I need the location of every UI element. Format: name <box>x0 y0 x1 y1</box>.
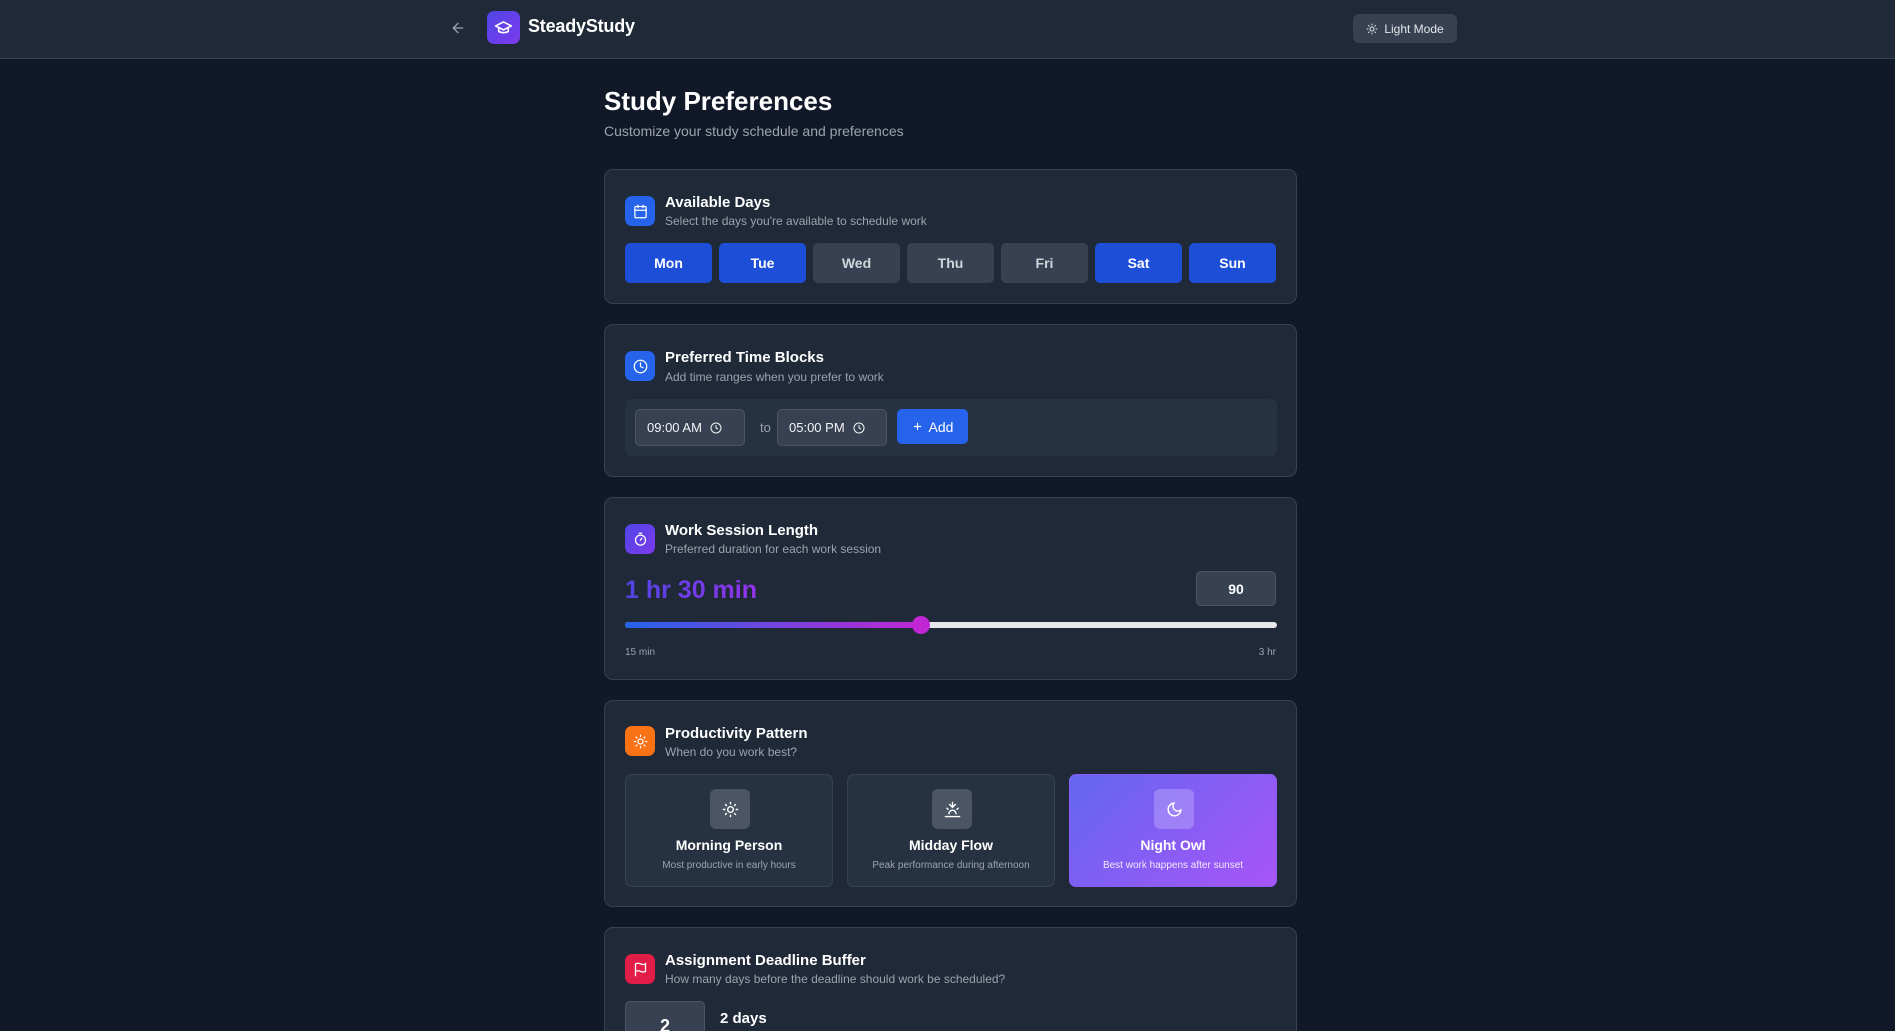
time-blocks-title: Preferred Time Blocks <box>665 349 824 366</box>
end-time-input[interactable]: 05:00 PM <box>777 409 887 446</box>
time-blocks-description: Add time ranges when you prefer to work <box>665 370 884 384</box>
sunset-icon <box>932 789 972 829</box>
time-block-row: 09:00 AM to 05:00 PM Add <box>625 399 1277 456</box>
sun-icon <box>710 789 750 829</box>
session-length-title: Work Session Length <box>665 522 819 539</box>
pattern-name: Night Owl <box>1140 837 1206 853</box>
plus-icon <box>913 422 921 431</box>
session-length-display: 1 hr 30 min <box>625 576 757 604</box>
page-title: Study Preferences <box>604 86 833 116</box>
day-button-fri[interactable]: Fri <box>1001 243 1088 283</box>
buffer-days-input[interactable] <box>625 1001 705 1031</box>
end-time-value: 05:00 PM <box>789 420 845 435</box>
day-button-tue[interactable]: Tue <box>719 243 806 283</box>
clock-icon <box>625 351 655 381</box>
sun-icon <box>625 726 655 756</box>
session-length-slider[interactable] <box>625 616 1277 634</box>
slider-min-label: 15 min <box>625 647 656 658</box>
pattern-option-night-owl[interactable]: Night Owl Best work happens after sunset <box>1069 774 1277 887</box>
back-arrow-icon[interactable] <box>446 16 470 40</box>
pattern-description: Best work happens after sunset <box>1102 860 1244 871</box>
add-time-block-button[interactable]: Add <box>897 409 968 444</box>
light-mode-label: Light Mode <box>1384 21 1444 36</box>
productivity-title: Productivity Pattern <box>665 725 808 742</box>
calendar-icon <box>625 196 655 226</box>
day-button-mon[interactable]: Mon <box>625 243 712 283</box>
buffer-days-label: 2 days <box>720 1010 767 1027</box>
slider-thumb[interactable] <box>912 616 931 634</box>
light-mode-button[interactable]: Light Mode <box>1353 14 1457 43</box>
session-minutes-input[interactable] <box>1196 571 1276 606</box>
time-blocks-card: Preferred Time Blocks Add time ranges wh… <box>604 324 1297 477</box>
deadline-buffer-title: Assignment Deadline Buffer <box>665 952 866 969</box>
productivity-description: When do you work best? <box>665 745 798 759</box>
deadline-buffer-card: Assignment Deadline Buffer How many days… <box>604 927 1297 1031</box>
slider-fill <box>625 622 922 628</box>
session-length-description: Preferred duration for each work session <box>665 542 882 556</box>
timer-icon <box>625 524 655 554</box>
day-button-sun[interactable]: Sun <box>1189 243 1276 283</box>
start-time-input[interactable]: 09:00 AM <box>635 409 745 446</box>
deadline-buffer-description: How many days before the deadline should… <box>665 972 1006 986</box>
page-subtitle: Customize your study schedule and prefer… <box>604 123 904 139</box>
pattern-name: Midday Flow <box>909 837 993 853</box>
add-label: Add <box>928 418 954 435</box>
clock-icon <box>853 422 865 433</box>
day-button-wed[interactable]: Wed <box>813 243 900 283</box>
pattern-description: Most productive in early hours <box>662 860 796 871</box>
top-header: SteadyStudy Light Mode <box>0 0 1895 59</box>
available-days-card: Available Days Select the days you're av… <box>604 169 1297 304</box>
moon-icon <box>1154 789 1194 829</box>
sun-icon <box>1366 23 1378 34</box>
available-days-description: Select the days you're available to sche… <box>665 214 927 228</box>
pattern-name: Morning Person <box>675 837 783 853</box>
clock-icon <box>710 422 722 433</box>
productivity-pattern-card: Productivity Pattern When do you work be… <box>604 700 1297 907</box>
pattern-option-midday-flow[interactable]: Midday Flow Peak performance during after… <box>847 774 1055 887</box>
graduation-cap-icon <box>487 11 520 44</box>
pattern-description: Peak performance during afternoon <box>872 860 1030 871</box>
flag-icon <box>625 954 655 984</box>
day-button-sat[interactable]: Sat <box>1095 243 1182 283</box>
available-days-title: Available Days <box>665 194 771 211</box>
pattern-option-morning-person[interactable]: Morning Person Most productive in early h… <box>625 774 833 887</box>
start-time-value: 09:00 AM <box>647 420 702 435</box>
brand-name: SteadyStudy <box>528 16 635 36</box>
slider-max-label: 3 hr <box>1258 647 1276 658</box>
day-button-thu[interactable]: Thu <box>907 243 994 283</box>
to-label: to <box>760 420 771 435</box>
session-length-card: Work Session Length Preferred duration f… <box>604 497 1297 680</box>
